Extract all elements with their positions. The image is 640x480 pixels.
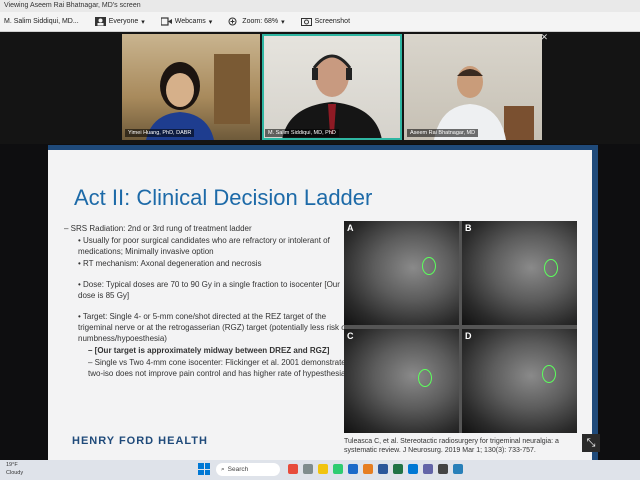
henry-ford-logo: HENRY FORD HEALTH xyxy=(72,435,208,447)
screenshot-label: Screenshot xyxy=(314,18,351,25)
panel-label: D xyxy=(465,331,472,341)
bullet-sub: • RT mechanism: Axonal degeneration and … xyxy=(78,259,262,268)
video-tile[interactable]: Yimei Huang, PhD, DABR xyxy=(122,34,260,140)
zoom-label: Zoom: 68% xyxy=(242,18,279,25)
edge-icon[interactable] xyxy=(348,464,358,474)
chevron-down-icon: ▾ xyxy=(208,18,213,26)
app-icon[interactable] xyxy=(438,464,448,474)
participant-video xyxy=(146,54,250,140)
participant-dropdown[interactable]: M. Salim Siddiqui, MD... xyxy=(4,18,79,25)
slide-citation: Tuleasca C, et al. Stereotactic radiosur… xyxy=(344,438,559,454)
outlook-icon[interactable] xyxy=(408,464,418,474)
app-icon[interactable] xyxy=(363,464,373,474)
bullet-sub: • Dose: Typical doses are 70 to 90 Gy in… xyxy=(78,280,340,300)
participant-video xyxy=(282,54,382,140)
bullet-sub: • Usually for poor surgical candidates w… xyxy=(78,236,330,256)
weather-desc: Cloudy xyxy=(6,470,24,476)
bullet-sub: • Target: Single 4- or 5-mm cone/shot di… xyxy=(78,312,348,343)
share-dropdown[interactable]: Everyone ▾ xyxy=(94,17,145,26)
webcams-label: Webcams xyxy=(174,18,206,25)
app-icon[interactable] xyxy=(333,464,343,474)
mri-figure: A B C D xyxy=(344,221,577,433)
weather-widget[interactable]: 19°F Cloudy xyxy=(6,461,23,477)
webcams-button[interactable]: Webcams ▾ xyxy=(160,17,213,26)
video-tile[interactable]: Aseem Rai Bhatnagar, MD xyxy=(404,34,542,140)
chevron-down-icon: ▾ xyxy=(141,18,145,26)
windows-start-icon[interactable] xyxy=(198,463,210,475)
screenshot-button[interactable]: Screenshot xyxy=(300,17,351,26)
participant-name: M. Salim Siddiqui, MD, PhD xyxy=(265,129,339,137)
mri-panel: D xyxy=(462,329,577,433)
share-label: Everyone xyxy=(108,18,139,25)
screenshot-icon xyxy=(300,17,312,26)
person-icon xyxy=(94,17,106,26)
panel-label: A xyxy=(347,223,354,233)
weather-temp: 19°F xyxy=(6,462,18,468)
bullet-subsub: – Single vs Two 4-mm cone isocenter: Fli… xyxy=(88,358,350,378)
target-contour xyxy=(418,369,432,387)
participant-name: Yimei Huang, PhD, DABR xyxy=(125,129,195,137)
meeting-toolbar: M. Salim Siddiqui, MD... Everyone ▾ Webc… xyxy=(0,12,640,32)
taskbar-search[interactable]: ⌕ Search xyxy=(216,463,280,476)
bullet-main: – SRS Radiation: 2nd or 3rd rung of trea… xyxy=(64,224,252,233)
panel-label: B xyxy=(465,223,472,233)
target-contour xyxy=(542,365,556,383)
panel-label: C xyxy=(347,331,354,341)
app-icon[interactable] xyxy=(303,464,313,474)
chevron-down-icon: ▾ xyxy=(281,18,285,26)
zoom-icon xyxy=(228,17,239,26)
window-title: Viewing Aseem Rai Bhatnagar, MD's screen xyxy=(0,0,640,12)
slide-right-accent xyxy=(592,145,598,460)
search-icon: ⌕ xyxy=(221,465,225,473)
search-label: Search xyxy=(227,466,249,473)
video-strip: Yimei Huang, PhD, DABR M. Salim Siddiqui… xyxy=(0,32,640,144)
app-icon[interactable] xyxy=(453,464,463,474)
expand-icon[interactable]: ⤡ xyxy=(582,434,600,452)
taskbar-apps xyxy=(288,464,463,474)
camera-icon xyxy=(160,17,172,26)
teams-icon[interactable] xyxy=(423,464,433,474)
zoom-dropdown[interactable]: Zoom: 68% ▾ xyxy=(228,17,285,26)
target-contour xyxy=(422,257,436,275)
app-icon[interactable] xyxy=(288,464,298,474)
folder-icon[interactable] xyxy=(318,464,328,474)
participant-video xyxy=(434,66,534,140)
video-tile-active[interactable]: M. Salim Siddiqui, MD, PhD xyxy=(262,34,402,140)
word-icon[interactable] xyxy=(378,464,388,474)
bullet-subsub: – [Our target is approximately midway be… xyxy=(88,346,330,355)
slide-title: Act II: Clinical Decision Ladder xyxy=(74,185,373,210)
mri-panel: A xyxy=(344,221,459,325)
participant-name: Aseem Rai Bhatnagar, MD xyxy=(407,129,479,137)
slide-top-accent xyxy=(48,145,598,150)
slide-bullets: – SRS Radiation: 2nd or 3rd rung of trea… xyxy=(64,223,354,379)
target-contour xyxy=(544,259,558,277)
participant-label: M. Salim Siddiqui, MD... xyxy=(4,18,79,25)
close-icon[interactable]: ✕ xyxy=(540,32,548,43)
excel-icon[interactable] xyxy=(393,464,403,474)
shared-screen-slide: Act II: Clinical Decision Ladder – SRS R… xyxy=(48,145,598,460)
mri-panel: C xyxy=(344,329,459,433)
mri-panel: B xyxy=(462,221,577,325)
